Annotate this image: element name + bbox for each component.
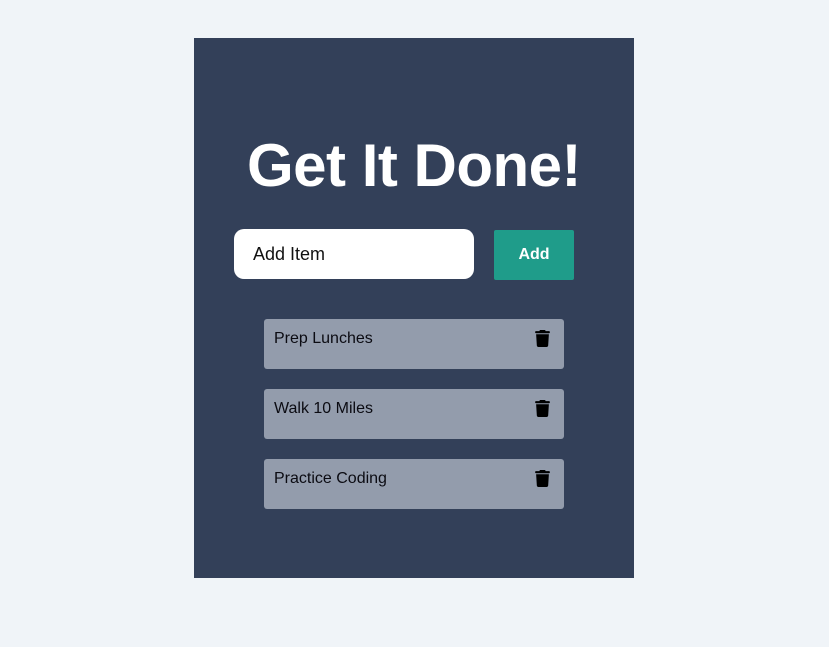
todo-item: Walk 10 Miles — [264, 389, 564, 439]
page-title: Get It Done! — [247, 132, 582, 199]
todo-list: Prep Lunches Walk 10 Miles Practice Codi… — [264, 319, 564, 529]
add-item-input[interactable] — [234, 229, 474, 279]
trash-icon[interactable] — [534, 470, 551, 487]
trash-icon[interactable] — [534, 330, 551, 347]
todo-card: Get It Done! Add Prep Lunches Walk 10 Mi… — [194, 38, 634, 578]
todo-item-label: Walk 10 Miles — [274, 400, 373, 417]
todo-item: Prep Lunches — [264, 319, 564, 369]
todo-item: Practice Coding — [264, 459, 564, 509]
trash-icon[interactable] — [534, 400, 551, 417]
todo-item-label: Practice Coding — [274, 470, 387, 487]
todo-item-label: Prep Lunches — [274, 330, 373, 347]
add-button[interactable]: Add — [494, 230, 574, 280]
